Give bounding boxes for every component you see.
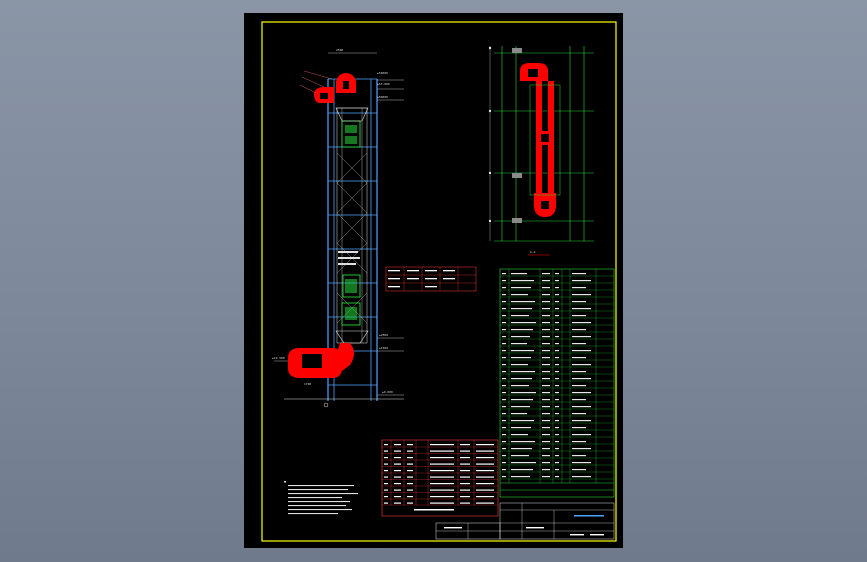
cad-drawing: 2500 ±56000 ±53.000 ±50000 ±2500 ±1500 ±… [261,21,617,542]
top-dim-label: 2500 [336,48,343,52]
schedule-row [384,496,494,498]
parts-row [502,413,586,415]
schedule-row [384,470,494,472]
schedule-caption [414,509,454,511]
parts-row [502,294,591,296]
parts-row [502,476,591,478]
parts-row [502,308,591,310]
schedule-row [384,483,494,485]
parts-row [502,280,591,282]
parts-row [502,329,586,331]
parts-row [502,343,586,345]
schedule-row [384,489,494,491]
title-block [435,502,615,540]
parts-row [502,406,591,408]
parts-row [502,273,586,275]
elev-bottom: ±0.000 [382,390,393,394]
parts-row [502,448,591,450]
schedule-row [384,502,494,504]
parts-row [502,462,591,464]
parts-row [502,322,591,324]
bottom-dim: 1700 [304,382,311,386]
parts-row [502,441,586,443]
elev-top-1: ±56000 [377,71,388,75]
parts-row [502,392,591,394]
parts-row [502,371,586,373]
parts-row [502,336,591,338]
schedule-row [384,444,494,446]
schedule-row [384,457,494,459]
drawing-sheet: 2500 ±56000 ±53.000 ±50000 ±2500 ±1500 ±… [244,13,623,548]
parts-row [502,315,586,317]
elev-mid-1: ±2500 [379,333,388,337]
elev-top-2: ±53.000 [377,82,390,86]
parts-row [502,427,586,429]
schedule-row [384,450,494,452]
parts-row [502,399,586,401]
parts-row [502,364,591,366]
parts-row [502,357,586,359]
elev-left-marker: ±10.500 [272,356,285,360]
parts-row [502,455,586,457]
elev-mid-2: ±1500 [379,346,388,350]
elev-top-3: ±50000 [377,95,388,99]
equipment-schedule-table [381,439,499,517]
parts-row [502,378,591,380]
side-view: A-A [488,46,594,256]
parts-row [502,385,586,387]
side-view-caption: A-A [530,250,536,254]
schedule-row [384,463,494,465]
parts-row [502,350,591,352]
parts-row [502,469,586,471]
drawing-frame [261,21,617,542]
general-notes [284,481,358,515]
schedule-row [384,476,494,478]
parts-row [502,434,591,436]
parts-row [502,287,586,289]
parts-list-table [499,268,615,498]
parts-row [502,301,586,303]
small-spec-table [385,266,477,292]
elevation-view: 2500 ±56000 ±53.000 ±50000 ±2500 ±1500 ±… [272,48,404,408]
parts-row [502,420,591,422]
